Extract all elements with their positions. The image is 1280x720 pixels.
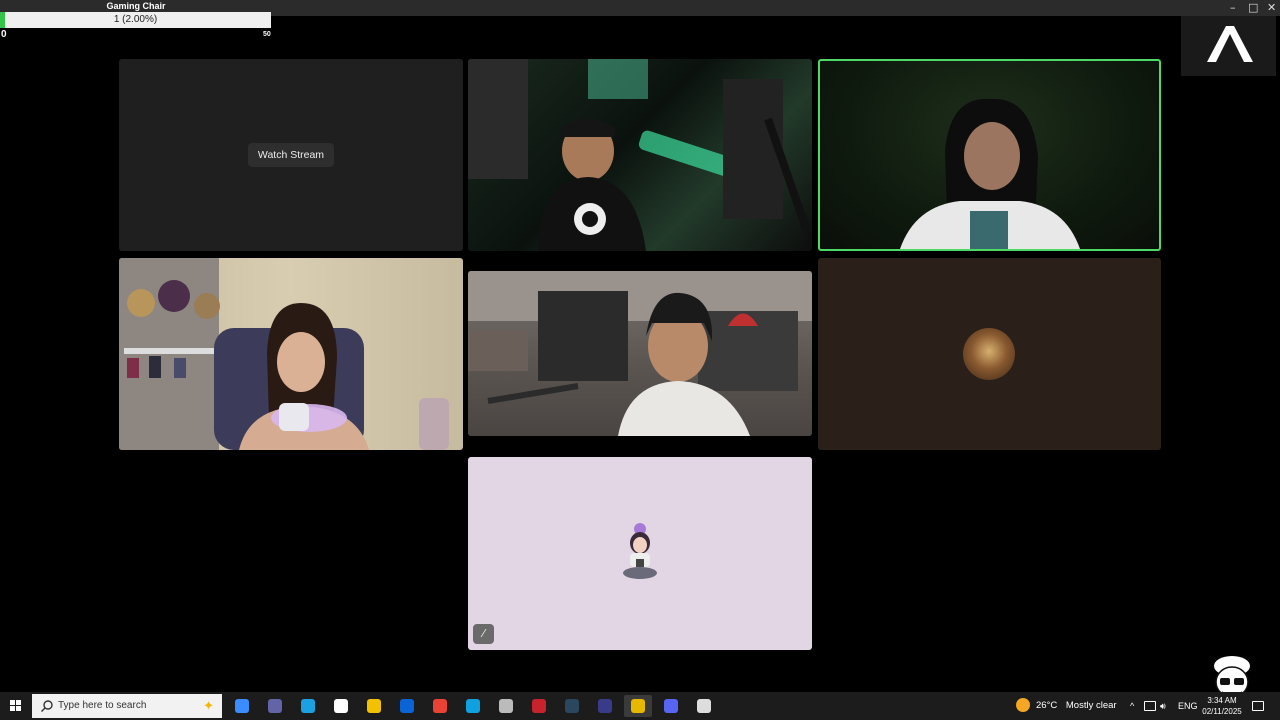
search-highlight-icon: ✦ bbox=[203, 698, 214, 713]
minimize-button[interactable]: – bbox=[1230, 1, 1236, 14]
copilot-icon-glyph bbox=[235, 699, 249, 713]
participant-avatar-2[interactable]: ⁄ bbox=[468, 457, 812, 650]
language-indicator[interactable]: ENG bbox=[1178, 692, 1198, 720]
maximize-button[interactable]: □ bbox=[1248, 1, 1258, 14]
clock[interactable]: 3:34 AM 02/11/2025 bbox=[1200, 695, 1244, 717]
webcam-video bbox=[119, 258, 449, 450]
participant-camera-3[interactable] bbox=[119, 258, 463, 450]
weather-moon-icon bbox=[1016, 698, 1030, 713]
windows-start-icon[interactable] bbox=[0, 692, 32, 720]
discord-icon-glyph bbox=[664, 699, 678, 713]
participant-avatar-1[interactable] bbox=[818, 258, 1161, 450]
goal-min-label: 0 bbox=[1, 29, 7, 40]
webcam-video bbox=[468, 59, 812, 251]
steam-icon-glyph bbox=[565, 699, 579, 713]
participant-camera-2[interactable] bbox=[818, 59, 1161, 251]
clock-date: 02/11/2025 bbox=[1202, 707, 1242, 716]
file-explorer-icon-glyph bbox=[367, 699, 381, 713]
app-blue-icon-glyph bbox=[466, 699, 480, 713]
volume-icon[interactable]: 🔊︎ bbox=[1160, 692, 1166, 720]
goal-progress-bar: 1 (2.00%) bbox=[0, 12, 271, 28]
mute-glyph: ⁄ bbox=[482, 627, 485, 640]
app-chat-icon[interactable] bbox=[492, 695, 520, 717]
store-icon[interactable] bbox=[327, 695, 355, 717]
teams-icon[interactable] bbox=[261, 695, 289, 717]
app-blue-icon[interactable] bbox=[459, 695, 487, 717]
screen: – □ ✕ Gaming Chair 1 (2.00%) 0 50 Watch … bbox=[0, 0, 1280, 720]
weather-temp: 26°C bbox=[1036, 700, 1058, 711]
obs-icon[interactable] bbox=[690, 695, 718, 717]
webcam-video bbox=[900, 98, 1080, 249]
goal-max-label: 50 bbox=[263, 31, 271, 38]
outlook-icon[interactable] bbox=[393, 695, 421, 717]
teams-icon-glyph bbox=[268, 699, 282, 713]
obs-icon-glyph bbox=[697, 699, 711, 713]
search-icon bbox=[41, 700, 53, 712]
app-circle-icon-glyph bbox=[598, 699, 612, 713]
watch-stream-button[interactable]: Watch Stream bbox=[248, 143, 334, 167]
network-icon[interactable] bbox=[1144, 701, 1156, 711]
chrome-icon-glyph bbox=[433, 699, 447, 713]
streamer-logo-icon bbox=[1181, 16, 1276, 76]
app-red-icon[interactable] bbox=[525, 695, 553, 717]
notifications-icon[interactable] bbox=[1252, 701, 1264, 711]
taskbar: Type here to search ✦ 26°C Mostly clear … bbox=[0, 692, 1280, 720]
outlook-icon-glyph bbox=[400, 699, 414, 713]
webcam-video bbox=[468, 271, 812, 436]
edge-icon-glyph bbox=[301, 699, 315, 713]
app-circle-icon[interactable] bbox=[591, 695, 619, 717]
tray-overflow-icon[interactable]: ^ bbox=[1130, 692, 1134, 720]
file-explorer-icon[interactable] bbox=[360, 695, 388, 717]
goal-progress-text: 1 (2.00%) bbox=[113, 14, 158, 25]
close-button[interactable]: ✕ bbox=[1267, 1, 1276, 14]
mic-muted-icon: ⁄ bbox=[473, 624, 494, 644]
discord-icon[interactable] bbox=[657, 695, 685, 717]
weather-text: Mostly clear bbox=[1065, 700, 1117, 711]
app-red-icon-glyph bbox=[532, 699, 546, 713]
edge-icon[interactable] bbox=[294, 695, 322, 717]
taskbar-search[interactable]: Type here to search ✦ bbox=[32, 694, 222, 718]
stream-tile[interactable]: Watch Stream bbox=[119, 59, 463, 251]
avatar-image bbox=[623, 523, 657, 579]
copilot-icon[interactable] bbox=[228, 695, 256, 717]
clock-time: 3:34 AM bbox=[1207, 696, 1237, 705]
weather-widget[interactable]: 26°C Mostly clear bbox=[1016, 692, 1117, 720]
app-active-icon[interactable] bbox=[624, 695, 652, 717]
app-active-icon-glyph bbox=[631, 699, 645, 713]
store-icon-glyph bbox=[334, 699, 348, 713]
chrome-icon[interactable] bbox=[426, 695, 454, 717]
search-placeholder: Type here to search bbox=[58, 700, 147, 711]
participant-camera-4[interactable] bbox=[468, 271, 812, 436]
avatar-image bbox=[963, 328, 1015, 380]
goal-title: Gaming Chair bbox=[106, 1, 166, 11]
app-chat-icon-glyph bbox=[499, 699, 513, 713]
participant-camera-1[interactable] bbox=[468, 59, 812, 251]
steam-icon[interactable] bbox=[558, 695, 586, 717]
